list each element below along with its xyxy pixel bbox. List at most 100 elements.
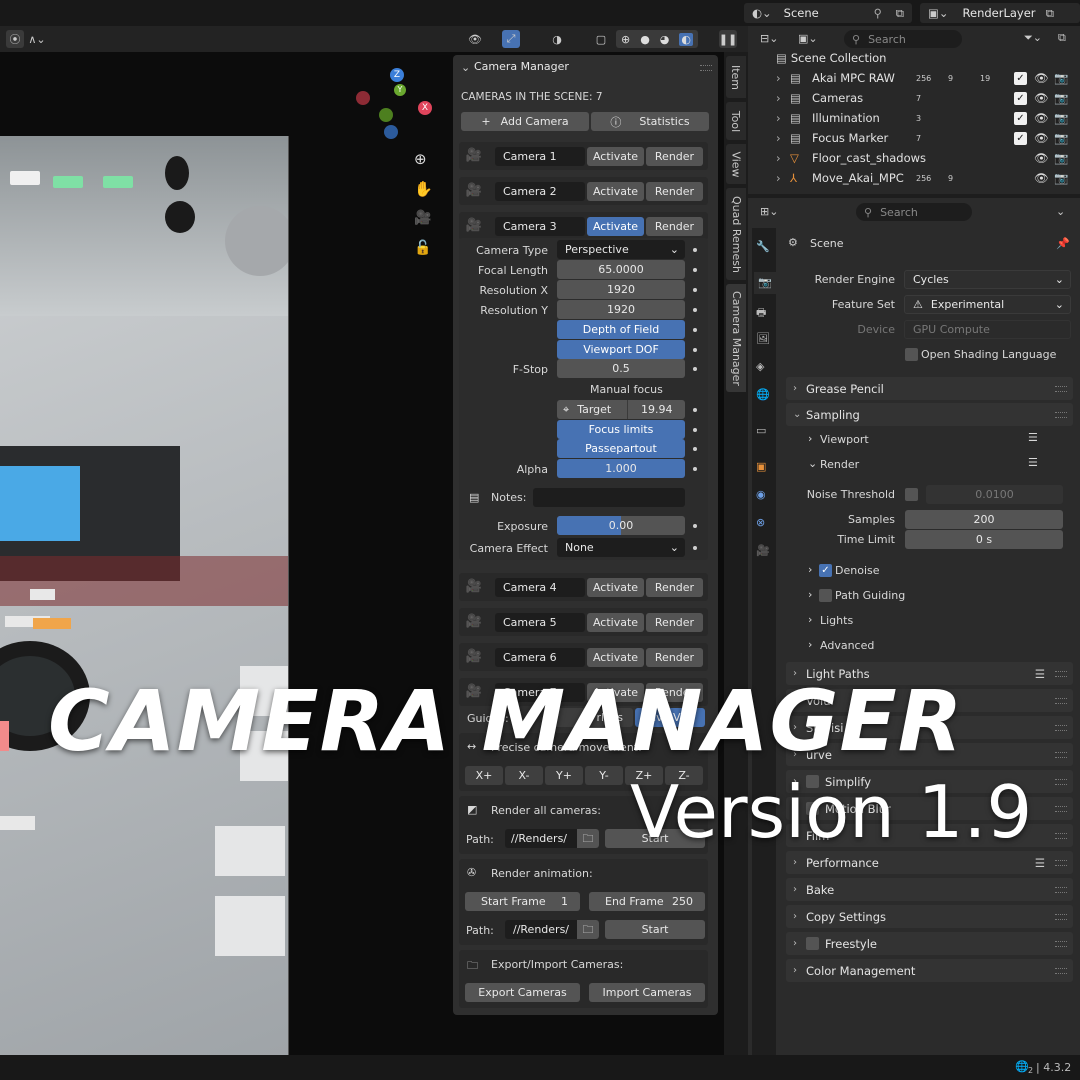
statistics-button[interactable]: ⓘ Statistics bbox=[591, 112, 709, 131]
falloff-icon[interactable]: ∧⌄ bbox=[28, 30, 46, 48]
alpha-field[interactable]: 1.000 bbox=[557, 459, 685, 478]
chevron-down-icon[interactable]: ⌄ bbox=[1056, 205, 1065, 218]
list-icon[interactable]: ☰ bbox=[1035, 667, 1045, 681]
constraints-tab-icon[interactable]: ⊗ bbox=[756, 516, 765, 529]
properties-search-input[interactable]: ⚲ Search bbox=[856, 203, 972, 221]
gizmo-icon[interactable]: ⤢ bbox=[502, 30, 520, 48]
chevron-right-icon[interactable]: › bbox=[808, 613, 812, 626]
resolution-x-field[interactable]: 1920 bbox=[557, 280, 685, 299]
render-button[interactable]: Render bbox=[646, 578, 703, 597]
camera-name-field[interactable]: Camera 3 bbox=[495, 217, 585, 236]
camera-render-icon[interactable]: 📷 bbox=[1054, 111, 1068, 125]
expand-arrow-icon[interactable]: › bbox=[776, 151, 781, 165]
copy-settings-panel[interactable]: › Copy Settings bbox=[786, 905, 1073, 928]
tool-tab-icon[interactable]: 🔧 bbox=[756, 240, 770, 253]
camera-render-icon[interactable]: 📷 bbox=[1054, 71, 1068, 85]
tab-tool[interactable]: Tool bbox=[726, 102, 746, 140]
material-icon[interactable]: ◕ bbox=[660, 33, 670, 46]
collection-tab-icon[interactable]: ▭ bbox=[756, 424, 766, 437]
viewport-dof-toggle[interactable]: Viewport DOF bbox=[557, 340, 685, 359]
camera-render-icon[interactable]: 📷 bbox=[1054, 171, 1068, 185]
render-button[interactable]: Render bbox=[646, 613, 703, 632]
performance-panel[interactable]: › Performance ☰ bbox=[786, 851, 1073, 874]
pin-icon[interactable]: 📌 bbox=[1056, 237, 1070, 250]
f-stop-field[interactable]: 0.5 bbox=[557, 359, 685, 378]
zoom-icon[interactable]: ⊕ bbox=[414, 150, 427, 168]
eye-icon[interactable]: 👁 bbox=[1034, 171, 1049, 185]
advanced-subpanel[interactable]: Advanced bbox=[820, 639, 874, 652]
lights-subpanel[interactable]: Lights bbox=[820, 614, 853, 627]
keyframe-dot[interactable] bbox=[693, 546, 697, 550]
outliner-row[interactable]: › ▤ Cameras 7 ✓ 👁 📷 bbox=[748, 88, 1080, 108]
device-select[interactable]: GPU Compute bbox=[904, 320, 1071, 339]
pause-icon[interactable]: ❚❚ bbox=[719, 30, 737, 48]
end-frame-field[interactable]: End Frame 250 bbox=[589, 892, 705, 911]
denoise-checkbox[interactable]: ✓ bbox=[819, 564, 832, 577]
scene-tab-icon[interactable]: ◈ bbox=[756, 360, 764, 373]
noise-threshold-checkbox[interactable] bbox=[905, 488, 918, 501]
animation-start-button[interactable]: Start bbox=[605, 920, 705, 939]
camera-name-field[interactable]: Camera 2 bbox=[495, 182, 585, 201]
overlays-icon[interactable]: ◑ bbox=[548, 30, 566, 48]
view-layer-selector[interactable]: ▣⌄ RenderLayer ⧉ bbox=[920, 3, 1080, 23]
navigation-gizmo[interactable]: Z X Y bbox=[355, 66, 435, 146]
camera-name-field[interactable]: Camera 6 bbox=[495, 648, 585, 667]
expand-arrow-icon[interactable]: › bbox=[776, 171, 781, 185]
depth-of-field-toggle[interactable]: Depth of Field bbox=[557, 320, 685, 339]
pan-hand-icon[interactable]: ✋ bbox=[414, 180, 433, 198]
proportional-edit-icon[interactable]: ⦿ bbox=[6, 30, 24, 48]
scene-selector[interactable]: ◐⌄ Scene ⚲ ⧉ bbox=[744, 3, 912, 23]
viewport-subpanel[interactable]: Viewport bbox=[820, 433, 869, 446]
tab-camera-manager[interactable]: Camera Manager bbox=[726, 284, 746, 392]
focus-limits-toggle[interactable]: Focus limits bbox=[557, 420, 685, 439]
render-button[interactable]: Render bbox=[646, 147, 703, 166]
keyframe-dot[interactable] bbox=[693, 308, 697, 312]
exposure-slider[interactable]: 0.00 bbox=[557, 516, 685, 535]
keyframe-dot[interactable] bbox=[693, 248, 697, 252]
data-tab-icon[interactable]: 🎥 bbox=[756, 544, 770, 557]
keyframe-dot[interactable] bbox=[693, 447, 697, 451]
xray-icon[interactable]: ▢ bbox=[592, 30, 610, 48]
grease-pencil-panel[interactable]: › Grease Pencil bbox=[786, 377, 1073, 400]
eye-icon[interactable]: 👁 bbox=[1034, 111, 1049, 125]
output-tab-icon[interactable]: 🖶 bbox=[756, 304, 766, 323]
keyframe-dot[interactable] bbox=[693, 467, 697, 471]
color-management-panel[interactable]: › Color Management bbox=[786, 959, 1073, 982]
render-all-path-input[interactable]: //Renders/🗀 bbox=[505, 829, 599, 848]
properties-type-icon[interactable]: ⊞⌄ bbox=[760, 205, 778, 218]
eye-icon[interactable]: 👁 bbox=[1034, 91, 1049, 105]
add-camera-button[interactable]: + Add Camera bbox=[461, 112, 589, 131]
keyframe-dot[interactable] bbox=[693, 428, 697, 432]
resolution-y-field[interactable]: 1920 bbox=[557, 300, 685, 319]
expand-arrow-icon[interactable]: › bbox=[776, 71, 781, 85]
keyframe-dot[interactable] bbox=[693, 288, 697, 292]
drag-grip-icon[interactable] bbox=[700, 65, 712, 71]
outliner-row[interactable]: › ▤ Focus Marker 7 ✓ 👁 📷 bbox=[748, 128, 1080, 148]
keyframe-dot[interactable] bbox=[693, 367, 697, 371]
outliner-row[interactable]: › ▤ Akai MPC RAW 256 9 19 ✓ 👁 📷 bbox=[748, 68, 1080, 88]
animation-path-input[interactable]: //Renders/🗀 bbox=[505, 920, 599, 939]
world-tab-icon[interactable]: 🌐 bbox=[756, 388, 770, 401]
chevron-down-icon[interactable]: ⌄ bbox=[808, 457, 817, 470]
keyframe-dot[interactable] bbox=[693, 524, 697, 528]
outliner-row[interactable]: › ⅄ Move_Akai_MPC 256 9 👁 📷 bbox=[748, 168, 1080, 188]
expand-arrow-icon[interactable]: › bbox=[776, 131, 781, 145]
eye-icon[interactable]: 👁 bbox=[1034, 151, 1049, 165]
notes-input[interactable] bbox=[533, 488, 685, 507]
new-layer-icon[interactable]: ⧉ bbox=[1046, 6, 1054, 21]
filter-icon[interactable]: ⏷⌄ bbox=[1024, 31, 1042, 45]
samples-field[interactable]: 200 bbox=[905, 510, 1063, 529]
start-frame-field[interactable]: Start Frame 1 bbox=[465, 892, 580, 911]
render-engine-select[interactable]: Cycles ⌄ bbox=[904, 270, 1071, 289]
feature-set-select[interactable]: ⚠ Experimental ⌄ bbox=[904, 295, 1071, 314]
passepartout-toggle[interactable]: Passepartout bbox=[557, 439, 685, 458]
import-cameras-button[interactable]: Import Cameras bbox=[589, 983, 705, 1002]
chevron-right-icon[interactable]: › bbox=[808, 588, 812, 601]
tab-item[interactable]: Item bbox=[726, 56, 746, 98]
render-button[interactable]: Render bbox=[646, 217, 703, 236]
keyframe-dot[interactable] bbox=[693, 268, 697, 272]
camera-type-select[interactable]: Perspective ⌄ bbox=[557, 240, 685, 259]
keyframe-dot[interactable] bbox=[693, 348, 697, 352]
export-cameras-button[interactable]: Export Cameras bbox=[465, 983, 580, 1002]
noise-threshold-field[interactable]: 0.0100 bbox=[926, 485, 1063, 504]
